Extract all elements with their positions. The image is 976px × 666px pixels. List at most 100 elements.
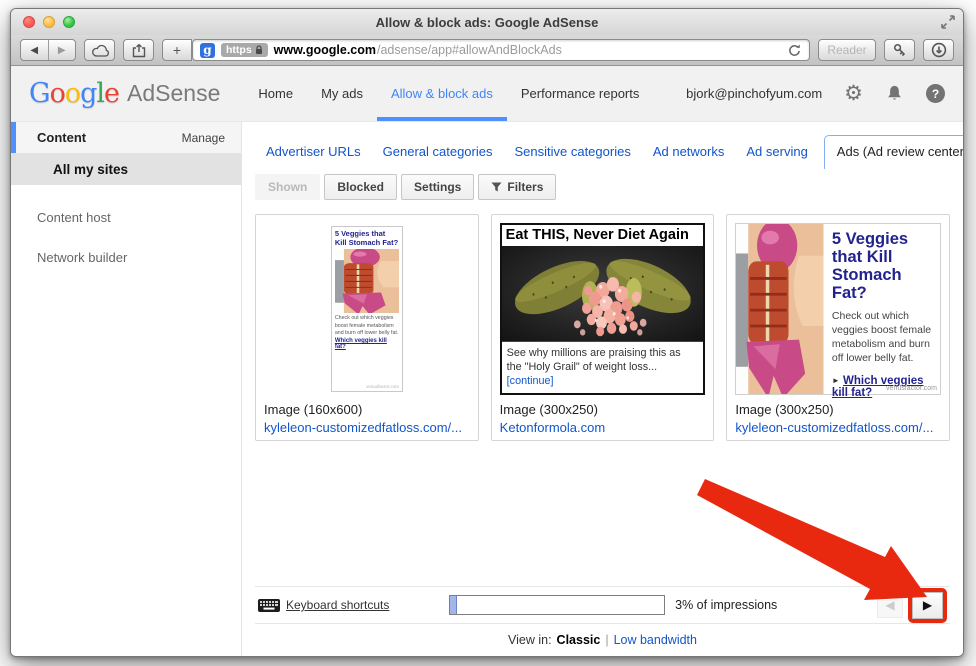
- address-bar[interactable]: g https www.google.com /adsense/app#allo…: [192, 39, 810, 61]
- ad-creative: 5 Veggies that Kill Stomach Fat? Check o…: [735, 223, 941, 395]
- continue-link: [continue]: [507, 375, 554, 387]
- view-in-footer: View in: Classic | Low bandwidth: [255, 623, 950, 656]
- fingerlime-photo: [502, 246, 704, 342]
- reload-icon[interactable]: [787, 43, 802, 58]
- ad-creative-body: See why millions are praising this as th…: [502, 342, 704, 393]
- pagination-bar: Keyboard shortcuts 3% of impressions ◀ ▶: [255, 586, 950, 623]
- nav-performance-reports[interactable]: Performance reports: [507, 66, 654, 121]
- ad-body-text: See why millions are praising this as th…: [507, 347, 681, 373]
- forward-button[interactable]: ▶: [48, 40, 76, 60]
- bell-icon[interactable]: [885, 84, 904, 103]
- next-page-button[interactable]: ▶: [912, 592, 943, 619]
- adsense-header: Google AdSense Home My ads Allow & block…: [11, 66, 963, 122]
- ad-creative-title: Eat THIS, Never Diet Again: [502, 225, 704, 246]
- ads-grid: 5 Veggies that Kill Stomach Fat? Check o…: [255, 214, 950, 441]
- keyboard-shortcuts-link[interactable]: Keyboard shortcuts: [258, 598, 389, 612]
- tab-advertiser-urls[interactable]: Advertiser URLs: [255, 136, 372, 169]
- gear-icon[interactable]: ⚙: [844, 83, 863, 104]
- red-highlight-box: ▶: [908, 588, 947, 623]
- previous-page-button[interactable]: ◀: [877, 592, 903, 618]
- review-toolbar: Shown Blocked Settings Filters: [255, 174, 950, 200]
- ad-creative-title: 5 Veggies that Kill Stomach Fat?: [832, 230, 934, 303]
- ad-format-label: Image (300x250): [735, 402, 941, 417]
- sidebar-item-all-my-sites[interactable]: All my sites: [11, 153, 241, 185]
- tab-ads-ad-review-center[interactable]: Ads (Ad review center): [824, 135, 964, 169]
- ad-creative: 5 Veggies that Kill Stomach Fat? Check o…: [264, 223, 470, 395]
- new-tab-button[interactable]: +: [162, 39, 192, 61]
- downloads-button[interactable]: [923, 39, 954, 61]
- ad-creative-body: Check out which veggies boost female met…: [335, 315, 399, 337]
- impressions-label: 3% of impressions: [675, 598, 777, 612]
- view-classic-label: Classic: [557, 633, 601, 647]
- close-window-button[interactable]: [23, 16, 35, 28]
- sidebar-section-content: Content Manage: [11, 122, 241, 153]
- tab-general-categories[interactable]: General categories: [372, 136, 504, 169]
- ad-creative-link: Which veggies kill fat?: [335, 338, 399, 350]
- ad-card[interactable]: 5 Veggies that Kill Stomach Fat? Check o…: [255, 214, 479, 441]
- https-badge: https: [221, 43, 268, 57]
- window-title: Allow & block ads: Google AdSense: [376, 15, 599, 30]
- nav-home[interactable]: Home: [244, 66, 307, 121]
- footer-separator: |: [605, 633, 608, 647]
- adsense-logo: Google AdSense: [29, 66, 220, 121]
- tab-sensitive-categories[interactable]: Sensitive categories: [503, 136, 641, 169]
- account-email: bjork@pinchofyum.com: [686, 86, 822, 101]
- filters-label: Filters: [507, 180, 543, 194]
- keyboard-shortcuts-label: Keyboard shortcuts: [286, 598, 389, 612]
- icloud-tabs-button[interactable]: [84, 39, 115, 61]
- torso-illustration: [335, 249, 399, 313]
- blocked-button[interactable]: Blocked: [324, 174, 397, 200]
- download-icon: [931, 42, 947, 58]
- impressions-progress-fill: [450, 596, 456, 614]
- url-path: /adsense/app#allowAndBlockAds: [377, 43, 562, 57]
- browser-window: Allow & block ads: Google AdSense ◀ ▶ + …: [10, 8, 964, 657]
- product-name: AdSense: [127, 80, 220, 107]
- share-icon: [131, 43, 147, 58]
- share-button[interactable]: [123, 39, 154, 61]
- ad-destination-link[interactable]: kyleleon-customizedfatloss.com/...: [735, 420, 941, 435]
- sidebar-item-network-builder[interactable]: Network builder: [37, 250, 241, 265]
- ad-destination-link[interactable]: kyleleon-customizedfatloss.com/...: [264, 420, 470, 435]
- ad-card[interactable]: Eat THIS, Never Diet Again See why milli…: [491, 214, 715, 441]
- zoom-window-button[interactable]: [63, 16, 75, 28]
- https-label: https: [226, 44, 252, 56]
- ad-watermark: venusfactor.com: [886, 385, 937, 392]
- key-icon: [892, 42, 908, 58]
- ad-creative-image: 5 Veggies that Kill Stomach Fat? Check o…: [331, 226, 403, 392]
- filter-funnel-icon: [491, 182, 502, 192]
- impressions-progress-bar: [449, 595, 665, 615]
- password-key-button[interactable]: [884, 39, 915, 61]
- nav-my-ads[interactable]: My ads: [307, 66, 377, 121]
- main-panel: Advertiser URLs General categories Sensi…: [242, 122, 963, 656]
- lock-icon: [255, 45, 263, 55]
- filters-button[interactable]: Filters: [478, 174, 556, 200]
- ad-creative: Eat THIS, Never Diet Again See why milli…: [500, 223, 706, 395]
- torso-illustration: [736, 224, 824, 394]
- keyboard-icon: [258, 599, 280, 612]
- browser-toolbar: ◀ ▶ + g https www.google.com: [11, 35, 963, 66]
- ad-creative-body: Check out which veggies boost female met…: [832, 309, 934, 366]
- cloud-icon: [91, 44, 109, 57]
- nav-allow-block-ads[interactable]: Allow & block ads: [377, 66, 507, 121]
- ad-destination-link[interactable]: Ketonformola.com: [500, 420, 706, 435]
- tab-ad-networks[interactable]: Ad networks: [642, 136, 736, 169]
- tab-ad-serving[interactable]: Ad serving: [735, 136, 818, 169]
- pager: ◀ ▶: [877, 588, 947, 623]
- google-logo: Google: [29, 78, 119, 109]
- low-bandwidth-link[interactable]: Low bandwidth: [614, 633, 697, 647]
- sidebar: Content Manage All my sites Content host…: [11, 122, 242, 656]
- sidebar-item-content-host[interactable]: Content host: [37, 210, 241, 225]
- help-icon[interactable]: ?: [926, 84, 945, 103]
- fullscreen-icon[interactable]: [941, 15, 955, 29]
- google-favicon: g: [200, 43, 215, 58]
- ad-format-label: Image (300x250): [500, 402, 706, 417]
- settings-button[interactable]: Settings: [401, 174, 474, 200]
- minimize-window-button[interactable]: [43, 16, 55, 28]
- back-button[interactable]: ◀: [21, 40, 48, 60]
- reader-button[interactable]: Reader: [818, 39, 876, 61]
- ad-card[interactable]: 5 Veggies that Kill Stomach Fat? Check o…: [726, 214, 950, 441]
- url-host: www.google.com: [274, 43, 376, 57]
- tab-bar: Advertiser URLs General categories Sensi…: [255, 135, 950, 169]
- manage-link[interactable]: Manage: [182, 131, 225, 145]
- shown-button[interactable]: Shown: [255, 174, 320, 200]
